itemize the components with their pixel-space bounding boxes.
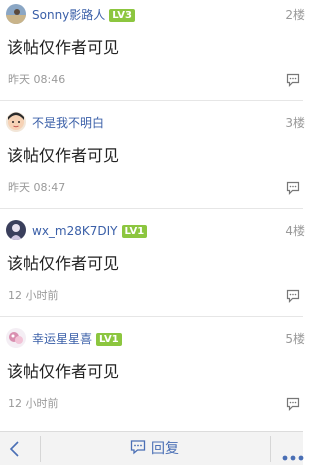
floor-number: 5楼 (285, 332, 305, 346)
more-options-icon[interactable] (282, 446, 306, 461)
user-avatar[interactable] (6, 4, 26, 24)
post-content: 该帖仅作者可见 (7, 254, 120, 273)
username-link[interactable]: Sonny影路人 LV3 (32, 7, 135, 23)
user-avatar[interactable] (6, 220, 26, 240)
floor-number: 4楼 (285, 224, 305, 238)
comment-icon[interactable] (286, 288, 300, 303)
floor-number: 3楼 (285, 116, 305, 130)
comment-icon[interactable] (286, 72, 300, 87)
divider (270, 436, 271, 462)
post-content: 该帖仅作者可见 (7, 362, 120, 381)
reply-button[interactable]: 回复 (130, 440, 179, 458)
comment-icon[interactable] (286, 180, 300, 195)
user-avatar[interactable] (6, 328, 26, 348)
username-link[interactable]: 不是我不明白 (32, 115, 104, 131)
back-arrow-icon[interactable] (8, 440, 22, 458)
post-time: 12 小时前 (8, 289, 59, 302)
comment-icon[interactable] (286, 396, 300, 411)
post-floor-2: Sonny影路人 LV3 2楼 该帖仅作者可见 昨天 08:46 (0, 0, 305, 101)
reply-icon (130, 439, 146, 459)
post-content: 该帖仅作者可见 (7, 146, 120, 165)
post-floor-4: wx_m28K7DIY LV1 4楼 该帖仅作者可见 12 小时前 (0, 209, 305, 317)
reply-label: 回复 (151, 441, 179, 457)
bottom-toolbar: 回复 (0, 431, 306, 465)
post-content: 该帖仅作者可见 (7, 38, 120, 57)
post-time: 12 小时前 (8, 397, 59, 410)
username-link[interactable]: wx_m28K7DIY LV1 (32, 223, 148, 239)
post-floor-5: 幸运星星喜 LV1 5楼 该帖仅作者可见 12 小时前 (0, 317, 305, 431)
post-time: 昨天 08:46 (8, 73, 66, 86)
level-badge: LV1 (96, 333, 122, 346)
post-time: 昨天 08:47 (8, 181, 66, 194)
username-link[interactable]: 幸运星星喜 LV1 (32, 331, 122, 347)
post-floor-3: 不是我不明白 3楼 该帖仅作者可见 昨天 08:47 (0, 101, 305, 209)
user-avatar[interactable] (6, 112, 26, 132)
floor-number: 2楼 (285, 8, 305, 22)
level-badge: LV1 (121, 225, 148, 238)
level-badge: LV3 (109, 9, 135, 22)
divider (40, 436, 41, 462)
